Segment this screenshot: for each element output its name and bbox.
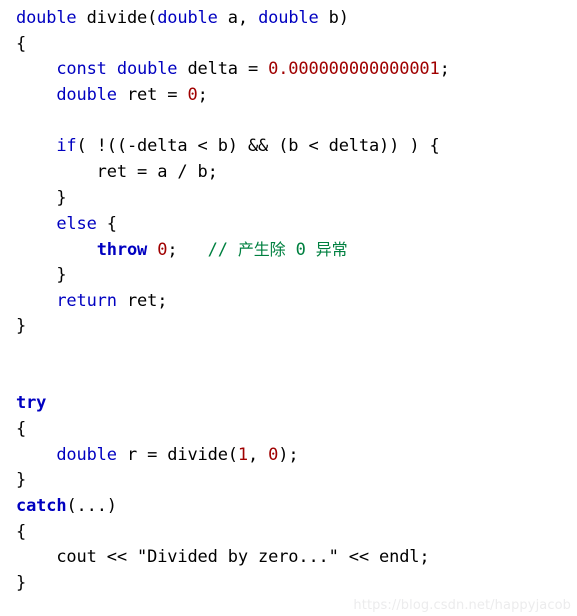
code-token: double xyxy=(56,444,117,465)
code-token: 0 xyxy=(285,240,316,261)
code-line: else { xyxy=(16,212,577,238)
code-token: ; xyxy=(167,240,208,261)
code-line: } xyxy=(16,263,577,289)
code-token: , xyxy=(247,444,269,465)
code-line: cout << "Divided by zero..." << endl; xyxy=(16,545,577,571)
code-token: if xyxy=(56,136,77,157)
code-line: double r = divide(1, 0); xyxy=(16,443,577,469)
code-token: { xyxy=(96,213,117,234)
code-line: if( !((-delta < b) && (b < delta)) ) { xyxy=(16,134,577,160)
code-token: const double xyxy=(56,59,178,80)
code-token: double xyxy=(258,8,319,28)
code-line: { xyxy=(16,417,577,443)
code-token: ret = a / b; xyxy=(16,162,218,183)
code-token: r = divide( xyxy=(116,444,238,465)
code-line: double ret = 0; xyxy=(16,83,577,109)
code-line: } xyxy=(16,468,577,494)
code-token: 1 xyxy=(237,444,248,465)
code-token: 产生除 xyxy=(237,240,286,260)
code-token: ret = xyxy=(116,85,188,106)
code-token: double xyxy=(56,85,117,106)
code-line: const double delta = 0.000000000000001; xyxy=(16,57,577,83)
code-token: { xyxy=(16,521,27,542)
code-token: ); xyxy=(278,444,299,465)
code-token: } xyxy=(16,573,27,594)
code-line: throw 0; // 产生除 0 异常 xyxy=(16,237,577,263)
code-line: { xyxy=(16,32,577,58)
code-token: } xyxy=(16,264,67,285)
code-token: ; xyxy=(439,59,450,80)
code-token: cout << "Divided by zero..." << endl; xyxy=(16,547,430,568)
code-token: } xyxy=(16,316,27,337)
code-token: double xyxy=(16,8,77,28)
code-token: ; xyxy=(197,85,208,106)
watermark-text: https://blog.csdn.net/happyjacob xyxy=(353,598,571,613)
code-token: } xyxy=(16,470,27,491)
code-token: { xyxy=(16,419,27,439)
code-token: ( !((-delta < b) && (b < delta)) ) { xyxy=(76,136,440,157)
code-token: 0 xyxy=(268,444,279,465)
code-line xyxy=(16,366,577,392)
code-token: // xyxy=(207,240,238,261)
code-token: } xyxy=(16,187,67,208)
code-token: a, xyxy=(217,8,259,28)
code-token: 异常 xyxy=(315,240,348,260)
code-token: 0.000000000000001 xyxy=(268,59,440,80)
code-token: ret; xyxy=(116,290,168,311)
code-snippet: double divide(double a, double b){ const… xyxy=(0,0,577,616)
code-token: { xyxy=(16,33,27,54)
code-token: delta = xyxy=(177,59,269,80)
code-token: divide( xyxy=(76,8,158,28)
code-line: return ret; xyxy=(16,289,577,315)
code-token: 0 xyxy=(157,240,168,261)
code-line: } xyxy=(16,314,577,340)
code-token: catch xyxy=(16,496,67,517)
code-line xyxy=(16,109,577,135)
code-token: (...) xyxy=(66,496,117,517)
code-line: } xyxy=(16,571,577,597)
code-line xyxy=(16,340,577,366)
code-token: throw xyxy=(96,240,148,261)
code-line: } xyxy=(16,186,577,212)
code-token: return xyxy=(56,290,117,311)
code-line: try xyxy=(16,391,577,417)
code-line: catch(...) xyxy=(16,494,577,520)
code-lines-container: double divide(double a, double b){ const… xyxy=(16,6,577,597)
code-token: else xyxy=(56,213,97,234)
code-line: { xyxy=(16,520,577,546)
code-line: double divide(double a, double b) xyxy=(16,6,577,32)
code-token: try xyxy=(16,393,47,414)
code-token: double xyxy=(157,8,218,28)
code-line: ret = a / b; xyxy=(16,160,577,186)
code-token: 0 xyxy=(187,85,198,106)
code-token: b) xyxy=(318,8,349,28)
